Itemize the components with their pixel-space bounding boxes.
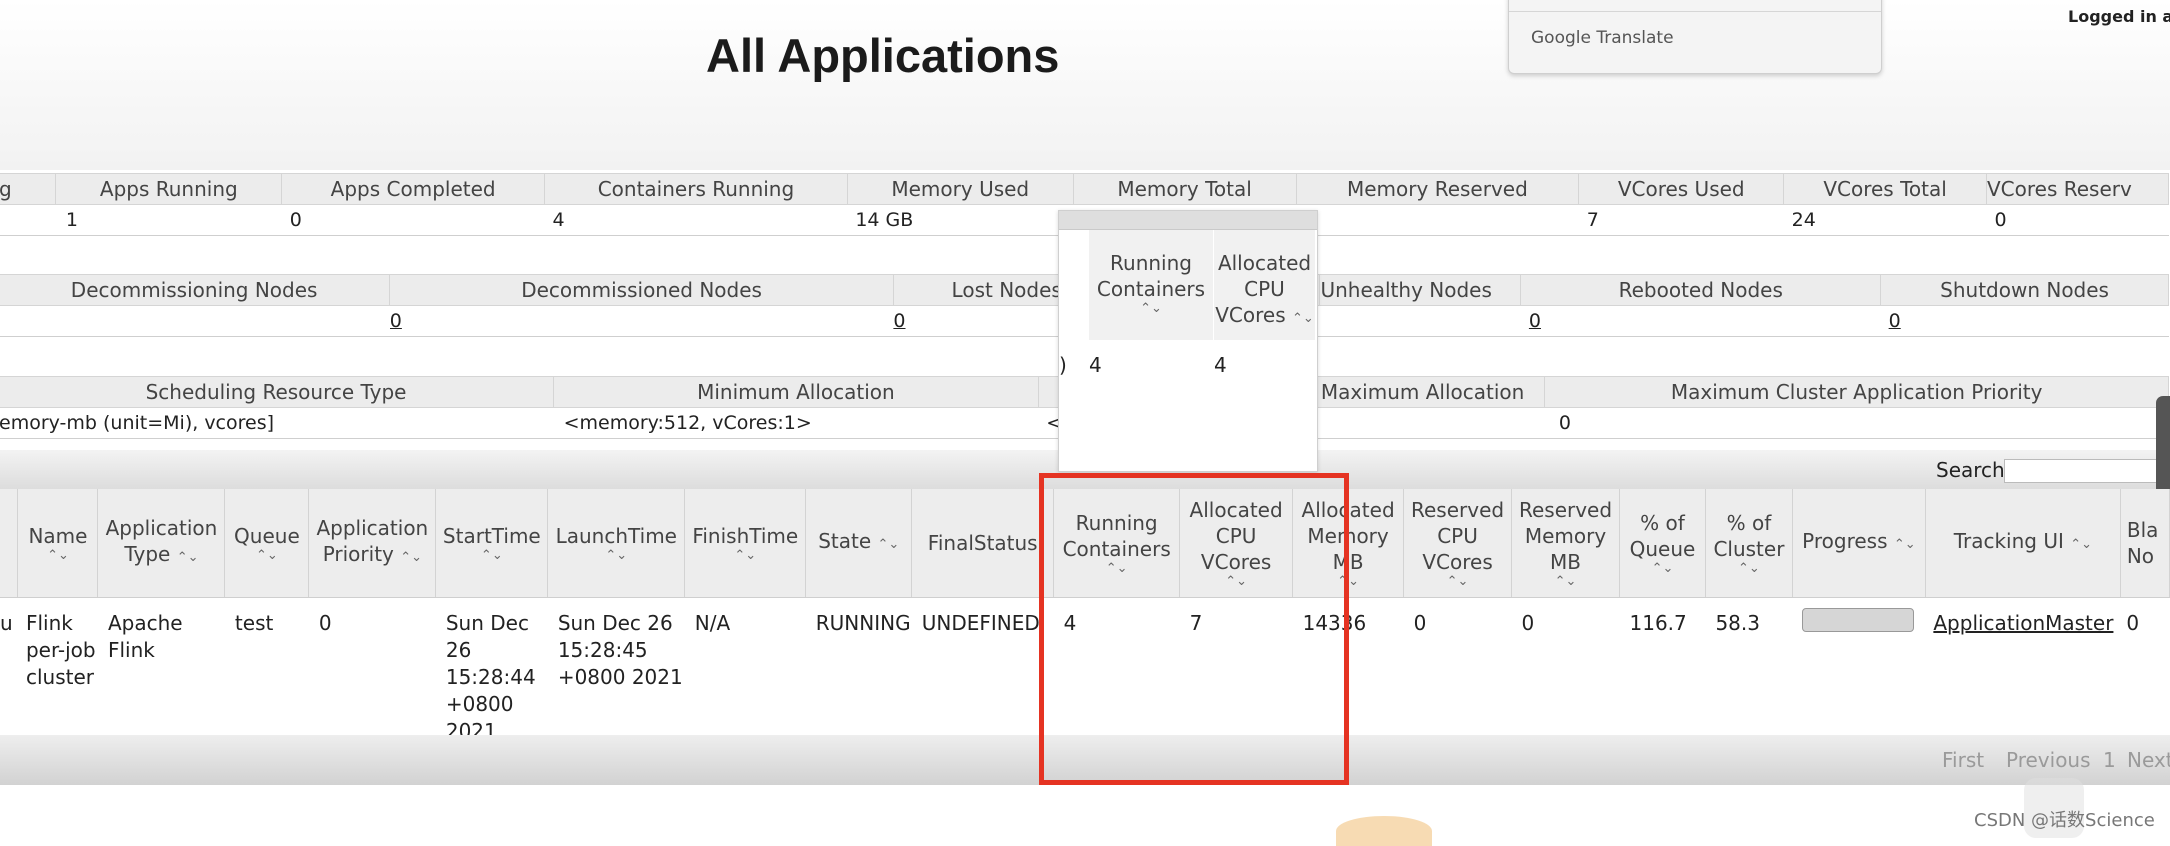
cell-priority: 0 — [308, 597, 436, 747]
highlight-box — [1039, 473, 1349, 785]
metric-header[interactable]: g — [0, 173, 57, 205]
application-master-link[interactable]: ApplicationMaster — [1933, 611, 2113, 635]
scheduler-header[interactable]: Scheduling Resource Type — [0, 376, 555, 408]
overlay-header-allocated-vcores: Allocated CPU VCores ⌃⌄ — [1214, 230, 1315, 340]
metric-header[interactable]: Containers Running — [544, 173, 848, 205]
scheduler-header[interactable]: Maximum Allocation — [1287, 376, 1546, 408]
column-header-finalstatus[interactable]: FinalStatus — [911, 489, 1055, 598]
cell-reserved-vcores: 0 — [1403, 597, 1512, 747]
cell-reserved-memory: 0 — [1511, 597, 1620, 747]
watermark-text: CSDN @话数Science — [1974, 810, 2155, 831]
overlay-edge-char: ) — [1059, 353, 1067, 377]
metric-value: 1 — [55, 204, 282, 236]
column-header-reserved-memory[interactable]: Reserved Memory MB ⌃⌄ — [1511, 489, 1620, 598]
metric-header[interactable]: VCores Used — [1578, 173, 1785, 205]
node-value-link[interactable]: 0 — [389, 305, 894, 337]
node-header[interactable]: Shutdown Nodes — [1880, 274, 2169, 306]
metric-header[interactable]: Memory Total — [1073, 173, 1297, 205]
cell-launchtime: Sun Dec 26 15:28:45 +0800 2021 — [547, 597, 685, 747]
progress-bar — [1802, 608, 1915, 632]
node-value-link[interactable]: 0 — [1880, 305, 2169, 337]
node-value-link[interactable]: 0 — [1520, 305, 1881, 337]
column-header-name[interactable]: Name ⌃⌄ — [17, 489, 99, 598]
metric-header[interactable]: Memory Used — [847, 173, 1074, 205]
scheduler-value: <memory:512, vCores:1> — [553, 407, 1039, 439]
pager-first[interactable]: First — [1942, 748, 1984, 772]
google-translate-popup: Google Translate — [1508, 0, 1882, 74]
cell-starttime: Sun Dec 26 15:28:44 +0800 2021 — [435, 597, 548, 747]
metric-value: 7 — [1578, 204, 1784, 236]
metric-value: 14 GB — [847, 204, 1074, 236]
cell-queue: test — [224, 597, 309, 747]
metric-header[interactable]: VCores Reserv — [1986, 173, 2170, 205]
cell-progress — [1792, 597, 1926, 747]
node-header[interactable]: Unhealthy Nodes — [1319, 274, 1522, 306]
cell-pct-queue: 116.7 — [1619, 597, 1706, 747]
node-value-link[interactable]: 0 — [893, 305, 1063, 337]
cell-type: Apache Flink — [97, 597, 225, 747]
cell-name: Flink per-job cluster — [17, 597, 98, 747]
search-label: Search: — [1936, 458, 2012, 482]
scheduler-value: emory-mb (unit=Mi), vcores] — [0, 407, 554, 439]
overlay-value-allocated-vcores: 4 — [1214, 353, 1227, 377]
metric-value: 0 — [281, 204, 545, 236]
scrollbar-handle[interactable] — [2156, 396, 2170, 496]
node-header[interactable]: Rebooted Nodes — [1520, 274, 1882, 306]
metric-header[interactable]: Memory Reserved — [1296, 173, 1580, 205]
metric-value — [0, 204, 56, 236]
metric-header[interactable]: Apps Completed — [281, 173, 546, 205]
column-header-pct-queue[interactable]: % of Queue ⌃⌄ — [1619, 489, 1706, 598]
node-header[interactable]: Decommissioning Nodes — [0, 274, 391, 306]
column-header-launchtime[interactable]: LaunchTime ⌃⌄ — [547, 489, 686, 598]
column-header-tracking-ui[interactable]: Tracking UI ⌃⌄ — [1925, 489, 2121, 598]
overlay-header-running-containers: Running Containers ⌃⌄ — [1089, 230, 1213, 340]
login-status: Logged in as — [2068, 7, 2170, 26]
scheduler-header[interactable]: Minimum Allocation — [553, 376, 1039, 408]
pager-previous[interactable]: Previous — [2006, 748, 2091, 772]
decorative-blob — [1336, 816, 1432, 846]
column-header-starttime[interactable]: StartTime ⌃⌄ — [435, 489, 549, 598]
cell-pct-cluster: 58.3 — [1705, 597, 1793, 747]
column-header-pct-cluster[interactable]: % of Cluster ⌃⌄ — [1705, 489, 1793, 598]
cell-tracking-ui: ApplicationMaster — [1925, 597, 2121, 747]
column-header-user[interactable] — [0, 489, 19, 598]
column-header-finishtime[interactable]: FinishTime ⌃⌄ — [684, 489, 807, 598]
cell-finishtime: N/A — [684, 597, 806, 747]
pager-next[interactable]: Next — [2127, 748, 2170, 772]
overlay-drag-bar[interactable] — [1059, 211, 1317, 230]
column-header-progress[interactable]: Progress ⌃⌄ — [1792, 489, 1926, 598]
cell-blacklisted: 0 — [2120, 597, 2170, 747]
column-header-type[interactable]: Application Type ⌃⌄ — [97, 489, 226, 598]
floating-column-overlay: Running Containers ⌃⌄ Allocated CPU VCore… — [1058, 210, 1318, 472]
google-translate-label[interactable]: Google Translate — [1531, 28, 1674, 48]
metric-header[interactable]: VCores Total — [1783, 173, 1987, 205]
column-header-blacklisted[interactable]: Bla No — [2120, 489, 2170, 598]
metric-value: 4 — [544, 204, 848, 236]
cell-finalstatus: UNDEFINED — [911, 597, 1054, 747]
scheduler-value: 0 — [1544, 407, 2169, 439]
cell-user: u — [0, 597, 18, 747]
node-header[interactable]: Lost Nodes — [893, 274, 1063, 306]
node-header[interactable]: Decommissioned Nodes — [389, 274, 894, 306]
metric-value: 0 — [1986, 204, 2169, 236]
node-value — [1319, 305, 1521, 337]
scheduler-header[interactable]: Maximum Cluster Application Priority — [1544, 376, 2169, 408]
metric-value: B — [1296, 204, 1579, 236]
node-value — [0, 305, 390, 337]
overlay-value-running-containers: 4 — [1089, 353, 1102, 377]
column-header-queue[interactable]: Queue ⌃⌄ — [224, 489, 310, 598]
search-input[interactable] — [2004, 459, 2170, 483]
metric-header[interactable]: Apps Running — [55, 173, 283, 205]
cell-state: RUNNING — [805, 597, 912, 747]
column-header-priority[interactable]: Application Priority ⌃⌄ — [308, 489, 437, 598]
column-header-state[interactable]: State ⌃⌄ — [805, 489, 913, 598]
scheduler-value — [1287, 407, 1545, 439]
page-title: All Applications — [706, 29, 1060, 82]
column-header-reserved-vcores[interactable]: Reserved CPU VCores ⌃⌄ — [1403, 489, 1513, 598]
metric-value: 24 — [1783, 204, 1987, 236]
pager-page[interactable]: 1 — [2103, 748, 2116, 772]
